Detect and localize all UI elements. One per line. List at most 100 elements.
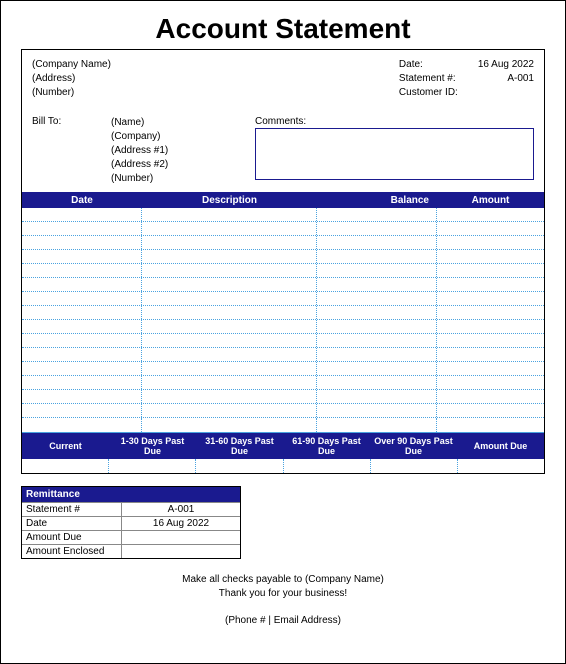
ledger-cell[interactable] [142,348,317,361]
ledger-cell[interactable] [437,278,544,291]
ledger-cell[interactable] [317,222,437,235]
ledger-cell[interactable] [317,292,437,305]
ledger-cell[interactable] [22,418,142,432]
ledger-cell[interactable] [22,222,142,235]
ledger-header: Date Description Balance Amount [22,192,544,208]
ledger-cell[interactable] [437,236,544,249]
ledger-cell[interactable] [317,208,437,221]
footer-payable: Make all checks payable to (Company Name… [21,573,545,587]
ledger-row [22,222,544,236]
ledger-cell[interactable] [142,250,317,263]
ledger-cell[interactable] [317,278,437,291]
remittance-row: Amount Due [22,530,240,544]
date-label: Date: [399,58,458,72]
ledger-cell[interactable] [142,278,317,291]
ledger-cell[interactable] [317,334,437,347]
ledger-cell[interactable] [142,376,317,389]
remit-statement-value: A-001 [122,503,240,516]
ledger-cell[interactable] [142,264,317,277]
comments-input[interactable] [255,128,534,180]
ledger-cell[interactable] [22,348,142,361]
ledger-cell[interactable] [317,264,437,277]
ledger-cell[interactable] [22,362,142,375]
company-name: (Company Name) [32,58,111,72]
aging-cell[interactable] [109,459,196,473]
ledger-header-balance: Balance [317,195,437,206]
ledger-cell[interactable] [437,292,544,305]
ledger-cell[interactable] [317,348,437,361]
aging-header: Current 1-30 Days Past Due 31-60 Days Pa… [22,433,544,459]
ledger-cell[interactable] [317,418,437,432]
ledger-cell[interactable] [22,278,142,291]
ledger-cell[interactable] [317,376,437,389]
ledger-cell[interactable] [437,222,544,235]
date-value: 16 Aug 2022 [478,58,534,72]
ledger-row [22,208,544,222]
ledger-row [22,334,544,348]
ledger-cell[interactable] [437,306,544,319]
ledger-cell[interactable] [22,376,142,389]
aging-cell[interactable] [284,459,371,473]
ledger-header-description: Description [142,195,317,206]
ledger-cell[interactable] [142,236,317,249]
ledger-cell[interactable] [142,390,317,403]
ledger-cell[interactable] [437,250,544,263]
aging-cell[interactable] [196,459,283,473]
ledger-cell[interactable] [22,320,142,333]
ledger-row [22,362,544,376]
remittance-row: Date 16 Aug 2022 [22,516,240,530]
ledger-cell[interactable] [142,418,317,432]
aging-cell[interactable] [22,459,109,473]
aging-31-60: 31-60 Days Past Due [196,436,283,457]
ledger-cell[interactable] [317,236,437,249]
ledger-cell[interactable] [437,334,544,347]
ledger-row [22,292,544,306]
ledger-cell[interactable] [22,292,142,305]
ledger-cell[interactable] [22,306,142,319]
ledger-cell[interactable] [142,362,317,375]
ledger-body [22,208,544,433]
ledger-cell[interactable] [22,334,142,347]
remit-enclosed-value[interactable] [122,545,240,558]
aging-cell[interactable] [371,459,458,473]
remit-amount-due-value [122,531,240,544]
footer-contact: (Phone # | Email Address) [21,615,545,626]
ledger-cell[interactable] [142,222,317,235]
meta-values: 16 Aug 2022 A-001 [478,58,534,100]
ledger-cell[interactable] [22,404,142,417]
ledger-row [22,264,544,278]
ledger-cell[interactable] [437,390,544,403]
ledger-cell[interactable] [142,334,317,347]
ledger-cell[interactable] [437,418,544,432]
ledger-cell[interactable] [437,208,544,221]
ledger-row [22,348,544,362]
aging-over-90: Over 90 Days Past Due [370,436,457,457]
ledger-cell[interactable] [437,320,544,333]
ledger-cell[interactable] [142,306,317,319]
ledger-cell[interactable] [437,264,544,277]
ledger-cell[interactable] [437,376,544,389]
ledger-cell[interactable] [317,390,437,403]
ledger-cell[interactable] [317,250,437,263]
ledger-cell[interactable] [437,404,544,417]
ledger-cell[interactable] [142,208,317,221]
ledger-cell[interactable] [437,362,544,375]
ledger-cell[interactable] [22,236,142,249]
company-info: (Company Name) (Address) (Number) [32,58,111,100]
ledger-cell[interactable] [22,264,142,277]
ledger-cell[interactable] [317,306,437,319]
ledger-cell[interactable] [22,390,142,403]
ledger-cell[interactable] [317,404,437,417]
ledger-cell[interactable] [22,250,142,263]
ledger-cell[interactable] [437,348,544,361]
ledger-cell[interactable] [317,362,437,375]
aging-cell[interactable] [458,459,544,473]
ledger-cell[interactable] [317,320,437,333]
ledger-cell[interactable] [142,292,317,305]
ledger-row [22,278,544,292]
billto-number: (Number) [111,172,231,186]
billto-company: (Company) [111,130,231,144]
ledger-cell[interactable] [142,320,317,333]
ledger-cell[interactable] [22,208,142,221]
ledger-cell[interactable] [142,404,317,417]
